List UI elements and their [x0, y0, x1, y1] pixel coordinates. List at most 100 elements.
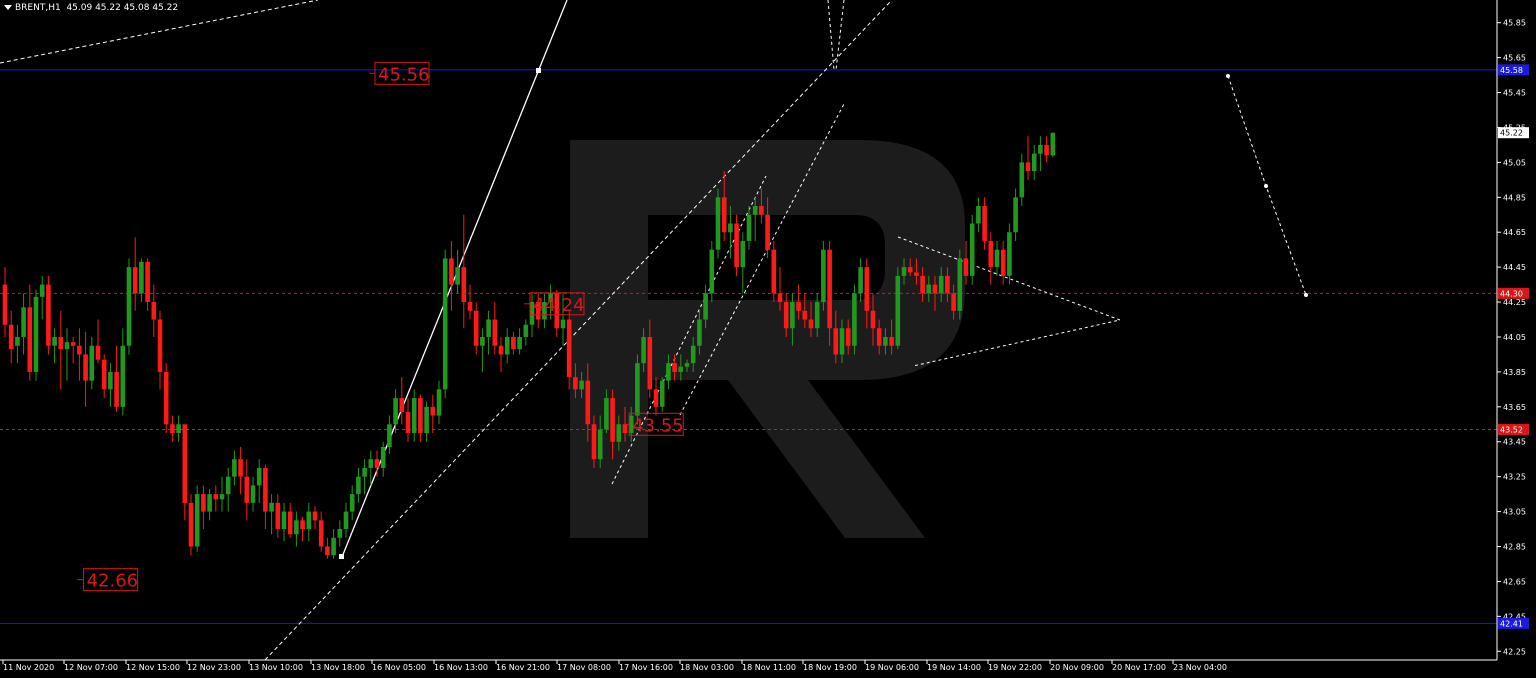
- candle-body: [300, 520, 305, 530]
- candle-body: [597, 429, 603, 460]
- y-tick-label: 43.45: [1503, 438, 1526, 447]
- candle-body: [573, 377, 578, 390]
- candle-body: [263, 467, 268, 512]
- y-tick-label: 45.45: [1503, 89, 1526, 98]
- x-tick-label: 19 Nov 14:00: [927, 663, 981, 672]
- candle-body: [473, 310, 479, 346]
- candle-body: [312, 511, 318, 521]
- candle-body: [678, 366, 684, 372]
- candle-body: [455, 267, 460, 285]
- x-tick-label: 12 Nov 07:00: [64, 663, 118, 672]
- y-tick-label: 45.05: [1503, 158, 1526, 167]
- candle-body: [932, 284, 938, 294]
- candle-body: [610, 398, 615, 442]
- candle-body: [994, 249, 1000, 268]
- candle-body: [591, 424, 597, 460]
- candle-body: [95, 345, 101, 360]
- candle-body: [225, 476, 231, 495]
- candle-body: [697, 319, 702, 346]
- candle-body: [517, 336, 522, 350]
- annotation-0: 45.56: [369, 61, 430, 85]
- candle-body: [914, 272, 919, 276]
- candle-body: [976, 206, 981, 224]
- candle-body: [511, 336, 516, 350]
- candle-body: [114, 371, 119, 407]
- candle-body: [244, 476, 250, 503]
- candle-body: [151, 302, 157, 320]
- impulse-start-marker: [339, 554, 344, 559]
- forecast-point-1: [1226, 74, 1230, 78]
- x-tick-label: 20 Nov 09:00: [1050, 663, 1104, 672]
- candle-body: [498, 345, 504, 355]
- candle-body: [709, 249, 715, 294]
- candle-body: [1050, 132, 1056, 156]
- candle-body: [145, 261, 150, 303]
- x-tick-label: 19 Nov 06:00: [865, 663, 919, 672]
- forecast-point-2: [1264, 184, 1268, 188]
- candle-body: [777, 293, 783, 303]
- candle-body: [368, 459, 374, 468]
- candle-body: [461, 267, 467, 303]
- candle-body: [901, 267, 907, 276]
- candle-body: [157, 319, 163, 372]
- candle-body: [864, 267, 870, 311]
- candle-body: [684, 363, 690, 367]
- x-tick-label: 18 Nov 11:00: [742, 663, 796, 672]
- candle-body: [374, 459, 380, 468]
- candle-body: [418, 398, 423, 434]
- candle-body: [15, 336, 20, 346]
- candle-body: [213, 494, 219, 500]
- candle-body: [566, 319, 572, 378]
- price-tag-label: 42.41: [1500, 619, 1523, 628]
- candle-body: [108, 371, 113, 390]
- y-tick-label: 44.65: [1503, 228, 1526, 237]
- candle-body: [1019, 162, 1025, 198]
- annotation-2: 43.55: [623, 412, 684, 436]
- candle-body: [827, 249, 832, 329]
- candle-body: [2, 284, 8, 325]
- candle-body: [343, 511, 349, 530]
- x-tick-label: 16 Nov 21:00: [496, 663, 550, 672]
- candle-body: [783, 302, 789, 329]
- candle-body: [1013, 197, 1018, 233]
- candle-body: [101, 359, 107, 390]
- y-tick-label: 43.85: [1503, 368, 1526, 377]
- price-chart[interactable]: 45.56 44.24 43.55 42.66 45.85 45.65 45.45 45.2…: [0, 0, 1536, 678]
- candle-body: [1038, 144, 1043, 154]
- x-tick-label: 16 Nov 05:00: [372, 663, 426, 672]
- candle-body: [796, 302, 801, 311]
- candle-body: [256, 467, 262, 486]
- candle-body: [721, 197, 727, 233]
- x-tick-label: 16 Nov 13:00: [434, 663, 488, 672]
- candle-body: [740, 240, 746, 268]
- candle-body: [8, 324, 14, 350]
- candle-body: [64, 342, 70, 350]
- candle-body: [442, 258, 448, 390]
- annotation-1: 44.24: [524, 292, 585, 316]
- candle-body: [814, 302, 820, 329]
- x-axis-ticks: 11 Nov 2020 12 Nov 07:00 12 Nov 15:00 12 No…: [2, 660, 1227, 672]
- candle-body: [52, 336, 57, 346]
- candle-body: [380, 446, 386, 468]
- candle-body: [188, 502, 194, 547]
- candle-body: [281, 511, 287, 530]
- annotation-label: 45.56: [378, 64, 430, 85]
- x-tick-label: 18 Nov 19:00: [803, 663, 857, 672]
- candle-body: [46, 284, 51, 346]
- projection-line-c: [827, 0, 835, 71]
- y-tick-label: 42.25: [1503, 647, 1526, 656]
- candle-body: [604, 398, 609, 430]
- candle-body: [83, 354, 88, 381]
- y-tick-label: 43.25: [1503, 473, 1526, 482]
- candle-body: [467, 302, 473, 311]
- candle-body: [951, 293, 956, 311]
- candle-body: [1007, 232, 1012, 276]
- candle-body: [969, 223, 975, 276]
- current-price-tag: 45.22: [1500, 129, 1523, 138]
- candle-body: [318, 520, 324, 547]
- candle-body: [957, 258, 963, 311]
- x-tick-label: 23 Nov 04:00: [1173, 663, 1227, 672]
- candle-body: [337, 529, 343, 538]
- candle-body: [523, 324, 529, 337]
- candle-body: [945, 275, 950, 294]
